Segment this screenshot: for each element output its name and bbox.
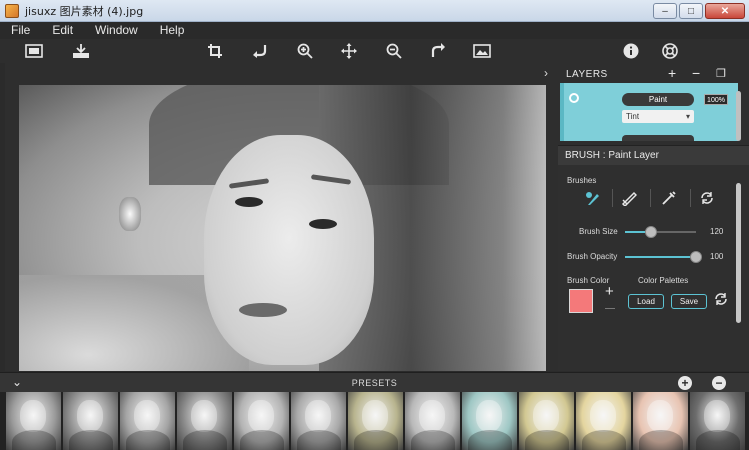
layers-scrollbar[interactable] <box>736 91 741 141</box>
maximize-button[interactable]: □ <box>679 3 703 19</box>
help-icon[interactable] <box>659 41 681 61</box>
tool-separator <box>612 189 613 207</box>
right-panel: LAYERS + − ❐ Paint 100% Tint BRUSH : Pai… <box>558 63 749 371</box>
brush-scrollbar[interactable] <box>736 183 741 323</box>
preset-thumbnail[interactable] <box>462 392 517 450</box>
paint-brush-icon[interactable] <box>582 187 604 209</box>
preset-thumbnail[interactable] <box>348 392 403 450</box>
preset-thumbnail[interactable] <box>120 392 175 450</box>
load-palette-button[interactable]: Load <box>628 294 664 309</box>
reset-brush-icon[interactable] <box>696 187 718 209</box>
brush-opacity-value: 100 <box>710 252 724 261</box>
canvas-area[interactable] <box>5 63 558 371</box>
brush-color-swatch[interactable] <box>569 289 593 313</box>
remove-preset-icon[interactable]: − <box>712 376 726 390</box>
preset-thumbnail[interactable] <box>291 392 346 450</box>
collapse-panel-chevron-icon[interactable]: › <box>544 66 548 80</box>
menu-bar: File Edit Window Help <box>0 22 749 39</box>
color-palettes-label: Color Palettes <box>638 276 689 285</box>
layer-opacity[interactable]: 100% <box>704 94 728 105</box>
photo-mouth <box>239 303 287 317</box>
brush-opacity-fill <box>625 256 696 258</box>
photo-eye-left <box>235 197 263 207</box>
title-bar: jisuxz 图片素材 (4).jpg – □ ✕ <box>0 0 749 22</box>
rotate-right-icon[interactable] <box>427 41 449 61</box>
rotate-left-icon[interactable] <box>249 41 271 61</box>
remove-color-icon[interactable] <box>605 308 615 309</box>
preset-thumbnail[interactable] <box>405 392 460 450</box>
preset-thumbnail[interactable] <box>177 392 232 450</box>
brushes-label: Brushes <box>567 176 597 185</box>
brush-size-slider[interactable] <box>625 226 696 238</box>
menu-file[interactable]: File <box>0 22 41 39</box>
toolbar <box>0 39 749 63</box>
app-icon <box>5 3 19 18</box>
image-icon[interactable] <box>23 41 45 61</box>
duplicate-layer-icon[interactable]: ❐ <box>716 67 726 80</box>
preset-thumbnail[interactable] <box>519 392 574 450</box>
crop-icon[interactable] <box>204 41 226 61</box>
photo-eye-right <box>309 219 337 229</box>
brush-size-value: 120 <box>710 227 724 236</box>
preset-thumbnail[interactable] <box>690 392 745 450</box>
preset-thumbnail[interactable] <box>63 392 118 450</box>
close-button[interactable]: ✕ <box>705 3 745 19</box>
move-icon[interactable] <box>338 41 360 61</box>
brush-opacity-knob[interactable] <box>690 251 702 263</box>
brush-header: BRUSH : Paint Layer <box>558 145 749 165</box>
brush-size-knob[interactable] <box>644 226 657 238</box>
presets-strip <box>0 392 749 450</box>
brush-opacity-label: Brush Opacity <box>567 252 618 261</box>
photo-canvas[interactable] <box>19 85 546 371</box>
preset-thumbnail[interactable] <box>576 392 631 450</box>
minimize-button[interactable]: – <box>653 3 677 19</box>
preset-thumbnail[interactable] <box>234 392 289 450</box>
tool-separator <box>650 189 651 207</box>
save-icon[interactable] <box>70 41 92 61</box>
brush-opacity-slider[interactable] <box>625 251 702 263</box>
preset-thumbnail[interactable] <box>633 392 688 450</box>
layer-name[interactable]: Paint <box>622 93 694 106</box>
photo-face <box>204 135 374 365</box>
add-preset-icon[interactable]: + <box>678 376 692 390</box>
add-layer-icon[interactable]: + <box>668 65 676 81</box>
zoom-in-icon[interactable] <box>294 41 316 61</box>
zoom-out-icon[interactable] <box>383 41 405 61</box>
eraser-brush-icon[interactable] <box>618 187 640 209</box>
next-layer-edge <box>622 135 694 141</box>
info-icon[interactable] <box>620 41 642 61</box>
reset-palette-icon[interactable] <box>714 291 728 310</box>
presets-title: PRESETS <box>351 378 398 388</box>
window-title: jisuxz 图片素材 (4).jpg <box>25 4 144 18</box>
layer-visibility-icon[interactable] <box>569 93 579 103</box>
layer-item-paint[interactable]: Paint 100% Tint <box>560 83 738 141</box>
photo-earring <box>119 197 141 231</box>
presets-bar: ⌄ PRESETS + − <box>0 372 749 392</box>
add-color-icon[interactable]: + <box>605 283 614 300</box>
window-controls: – □ ✕ <box>653 3 745 19</box>
tool-separator <box>690 189 691 207</box>
layers-header: LAYERS + − ❐ <box>558 65 749 83</box>
brush-color-label: Brush Color <box>567 276 610 285</box>
menu-window[interactable]: Window <box>84 22 149 39</box>
remove-layer-icon[interactable]: − <box>692 65 700 81</box>
save-palette-button[interactable]: Save <box>671 294 707 309</box>
brush-size-label: Brush Size <box>579 227 618 236</box>
menu-edit[interactable]: Edit <box>41 22 84 39</box>
dropper-icon[interactable] <box>658 187 680 209</box>
blend-mode-select[interactable]: Tint <box>622 110 694 123</box>
preset-thumbnail[interactable] <box>6 392 61 450</box>
layers-title: LAYERS <box>566 68 608 80</box>
menu-help[interactable]: Help <box>149 22 196 39</box>
fit-image-icon[interactable] <box>471 41 493 61</box>
